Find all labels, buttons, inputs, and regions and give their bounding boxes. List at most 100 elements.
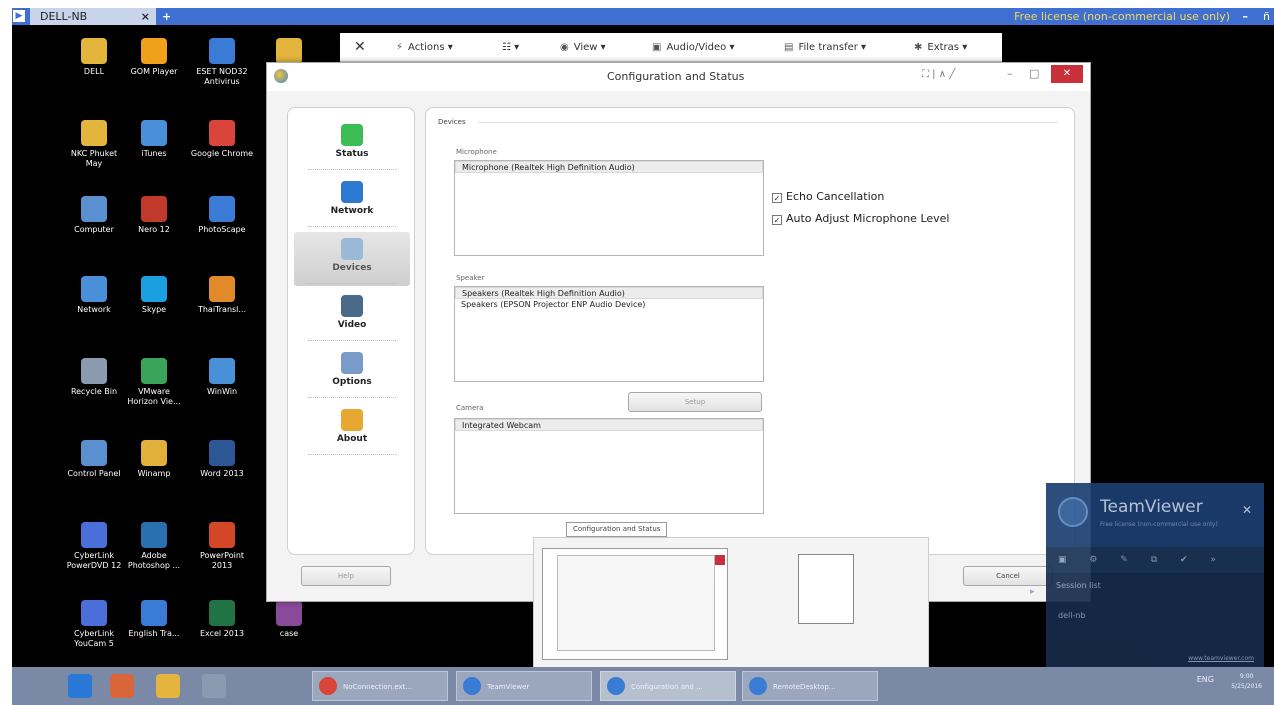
desktop-icon[interactable]: Adobe Photoshop ... — [122, 522, 186, 571]
dialog-close-button[interactable]: ✕ — [1051, 65, 1083, 83]
system-tray[interactable]: ENG — [1197, 675, 1214, 684]
desktop-icon[interactable]: GOM Player — [122, 38, 186, 77]
desktop-icon[interactable]: DELL — [62, 38, 126, 77]
nav-item-devices[interactable]: Devices — [294, 232, 410, 286]
desktop-icon-label: PowerPoint 2013 — [199, 551, 245, 570]
panel-close-icon[interactable]: ✕ — [1242, 503, 1252, 517]
task-app-icon — [607, 677, 625, 695]
extras-menu[interactable]: ✱ Extras ▾ — [914, 33, 967, 62]
setup-button[interactable]: Setup — [628, 392, 762, 412]
nav-item-options[interactable]: Options — [294, 346, 410, 400]
expand-arrow-icon[interactable]: ▸ — [1030, 587, 1035, 597]
nav-item-label: Devices — [332, 263, 372, 273]
desktop-icon[interactable]: PhotoScape — [190, 196, 254, 235]
chevron-down-icon: ▾ — [962, 42, 968, 53]
auto-adjust-checkbox[interactable]: ✓ Auto Adjust Microphone Level — [772, 212, 949, 225]
extras-icon: ✱ — [914, 42, 923, 53]
microphone-list[interactable]: Microphone (Realtek High Definition Audi… — [454, 160, 764, 256]
desktop-icon[interactable]: ESET NOD32 Antivirus — [190, 38, 254, 87]
desktop-icon[interactable]: case — [257, 600, 321, 639]
clock-time: 9:00 — [1239, 673, 1254, 680]
file-explorer-icon[interactable] — [156, 674, 180, 698]
desktop-icon[interactable]: Google Chrome — [190, 120, 254, 159]
echo-cancellation-checkbox[interactable]: ✓ Echo Cancellation — [772, 190, 884, 203]
desktop-icon[interactable]: PowerPoint 2013 — [190, 522, 254, 571]
nav-item-status[interactable]: Status — [294, 118, 410, 172]
close-connection-button[interactable]: ✕ — [354, 33, 366, 62]
desktop-icon[interactable]: Control Panel — [62, 440, 126, 479]
file-transfer-menu[interactable]: ▤ File transfer ▾ — [784, 33, 866, 62]
desktop-icon[interactable]: Word 2013 — [190, 440, 254, 479]
app-icon[interactable] — [202, 674, 226, 698]
desktop-icon[interactable]: English Tra... — [122, 600, 186, 639]
desktop-icon[interactable]: Computer — [62, 196, 126, 235]
camera-list[interactable]: Integrated Webcam — [454, 418, 764, 514]
preview-thumbnail[interactable] — [542, 548, 728, 660]
list-item[interactable]: Microphone (Realtek High Definition Audi… — [455, 161, 763, 173]
app-icon — [141, 38, 167, 64]
lightning-icon: ⚡ — [396, 42, 404, 53]
nav-item-network[interactable]: Network — [294, 175, 410, 229]
audio-video-menu[interactable]: ▣ Audio/Video ▾ — [652, 33, 734, 62]
desktop-icon-label: English Tra... — [128, 629, 180, 638]
taskbar-task[interactable]: Configuration and ... — [600, 671, 736, 701]
help-button[interactable]: Help — [301, 566, 391, 586]
desktop-icon[interactable]: Network — [62, 276, 126, 315]
actions-menu[interactable]: ⚡ Actions ▾ — [396, 33, 453, 62]
desktop-icon-label: CyberLink PowerDVD 12 — [66, 551, 122, 570]
app-icon — [81, 600, 107, 626]
list-item[interactable]: Speakers (Realtek High Definition Audio) — [455, 287, 763, 299]
list-item[interactable]: Integrated Webcam — [455, 419, 763, 431]
app-icon — [141, 522, 167, 548]
nav-item-video[interactable]: Video — [294, 289, 410, 343]
title-extras-icon[interactable]: ⛶ | ∧ ╱ — [922, 69, 955, 80]
desktop-icon[interactable]: WinWin — [190, 358, 254, 397]
chevron-down-icon: ▾ — [447, 42, 453, 53]
desktop-icon[interactable]: Excel 2013 — [190, 600, 254, 639]
thumbnail-window — [557, 555, 715, 651]
desktop-icon[interactable]: ThaiTransl... — [190, 276, 254, 315]
app-icon — [81, 276, 107, 302]
clock[interactable]: 9:00 5/25/2016 — [1231, 672, 1262, 692]
dialog-minimize-button[interactable]: – — [1007, 67, 1013, 80]
desktop-icon[interactable]: Winamp — [122, 440, 186, 479]
desktop-icon[interactable]: VMware Horizon Vie... — [122, 358, 186, 407]
maximize-button[interactable]: ñ — [1263, 8, 1270, 25]
list-item[interactable]: Speakers (EPSON Projector ENP Audio Devi… — [455, 299, 763, 311]
thumbnail-close-icon[interactable] — [715, 555, 725, 565]
desktop-icon[interactable]: NKC Phuket May — [62, 120, 126, 169]
minimize-button[interactable]: – — [1243, 8, 1249, 25]
desktop-icon[interactable]: CyberLink PowerDVD 12 — [62, 522, 126, 571]
cancel-button[interactable]: Cancel — [963, 566, 1053, 586]
new-tab-button[interactable]: + — [162, 8, 171, 25]
view-options-menu[interactable]: ☷ ▾ — [502, 33, 519, 62]
teamviewer-link[interactable]: www.teamviewer.com — [1188, 655, 1254, 662]
taskbar-task[interactable]: RemoteDesktop... — [742, 671, 878, 701]
video-icon — [341, 295, 363, 317]
dialog-maximize-button[interactable]: □ — [1029, 67, 1039, 80]
view-menu[interactable]: ◉ View ▾ — [560, 33, 606, 62]
session-tab[interactable]: DELL-NB × — [30, 8, 156, 25]
session-list-label[interactable]: Session list — [1056, 581, 1101, 590]
desktop-icon[interactable]: iTunes — [122, 120, 186, 159]
preview-thumbnail-secondary[interactable] — [798, 554, 854, 624]
taskbar-task[interactable]: TeamViewer — [456, 671, 592, 701]
taskbar-task[interactable]: NoConnection.ext... — [312, 671, 448, 701]
close-tab-icon[interactable]: × — [141, 8, 150, 25]
speaker-list[interactable]: Speakers (Realtek High Definition Audio)… — [454, 286, 764, 382]
desktop-icon[interactable]: Nero 12 — [122, 196, 186, 235]
desktop-icon-label: iTunes — [141, 149, 167, 158]
desktop-icon[interactable]: Recycle Bin — [62, 358, 126, 397]
desktop-icon-label: Nero 12 — [138, 225, 170, 234]
task-label: RemoteDesktop... — [773, 683, 836, 691]
session-user-item[interactable]: dell-nb — [1058, 611, 1085, 620]
media-icon[interactable] — [110, 674, 134, 698]
nav-item-about[interactable]: About — [294, 403, 410, 457]
desktop-icon[interactable]: CyberLink YouCam 5 — [62, 600, 126, 649]
desktop-icon[interactable]: Skype — [122, 276, 186, 315]
internet-explorer-icon[interactable] — [68, 674, 92, 698]
devices-icon — [341, 238, 363, 260]
panel-toolbar-icons[interactable]: ▣ ⚙ ✎ ⧉ ✔ » — [1046, 547, 1264, 573]
preview-title: Configuration and Status — [566, 522, 668, 537]
desktop-icon-label: Google Chrome — [190, 149, 254, 158]
